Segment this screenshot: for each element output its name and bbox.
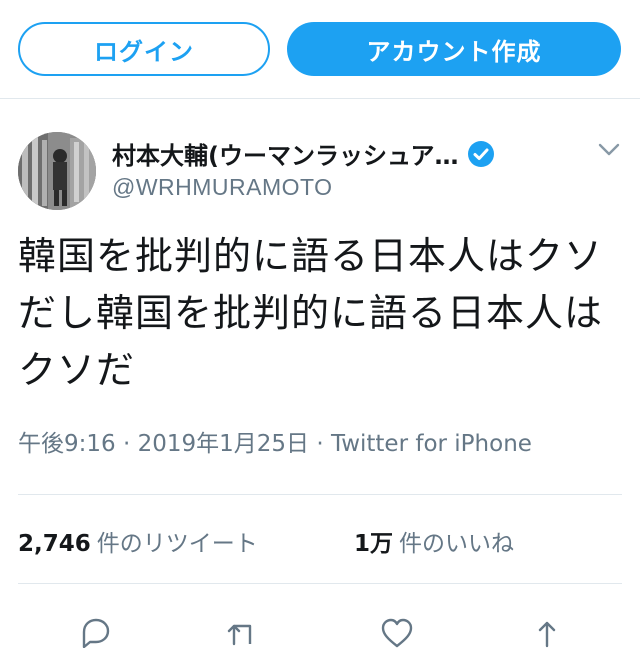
like-stat[interactable]: 1万 件のいいね [354,524,514,558]
tweet-timestamp[interactable]: 午後9:16 · 2019年1月25日 · Twitter for iPhone [18,424,532,458]
retweet-label: 件のリツイート [96,531,258,557]
like-icon[interactable] [380,618,414,648]
avatar[interactable] [18,132,96,210]
meta-divider [18,494,622,495]
share-icon[interactable] [530,618,564,648]
display-name[interactable]: 村本大輔(ウーマンラッシュア… [112,136,459,171]
login-button[interactable]: ログイン [18,22,270,76]
tweet-text: 韓国を批判的に語る日本人はクソだし韓国を批判的に語る日本人はクソだ [18,234,604,392]
header-divider [0,98,640,99]
top-bar: ログイン アカウント作成 [0,0,640,98]
like-count: 1万 [354,531,394,557]
retweet-icon[interactable] [226,618,260,648]
avatar-photo [18,132,96,210]
retweet-count: 2,746 [18,531,91,557]
handle[interactable]: @WRHMURAMOTO [112,174,333,201]
stats-divider [18,583,622,584]
verified-badge-icon [467,140,494,167]
name-row[interactable]: 村本大輔(ウーマンラッシュア… [112,136,495,171]
reply-icon[interactable] [78,618,112,648]
like-label: 件のいいね [399,531,515,557]
signup-button[interactable]: アカウント作成 [287,22,621,76]
retweet-stat[interactable]: 2,746 件のリツイート [18,524,258,558]
chevron-down-icon[interactable] [596,140,622,160]
